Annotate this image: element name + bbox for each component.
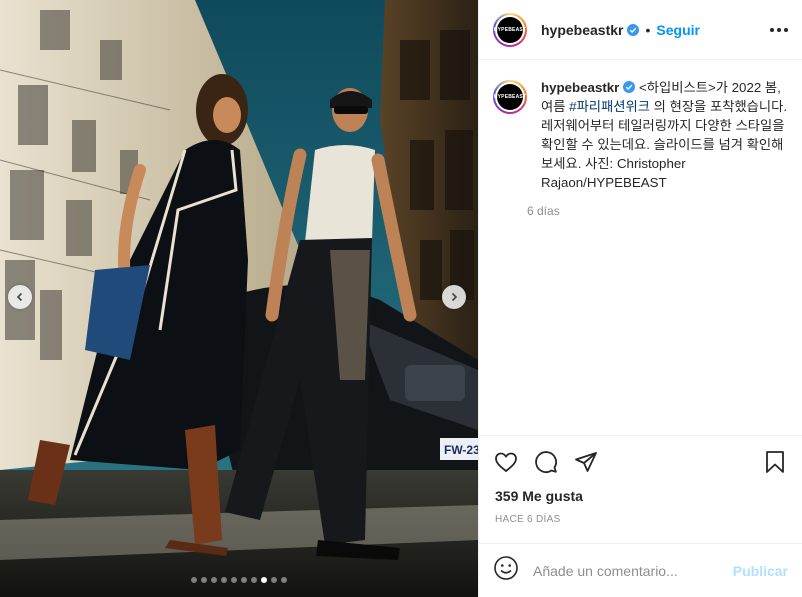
caption-verified-badge-icon xyxy=(623,81,636,93)
post-photo[interactable]: FW-23 xyxy=(0,0,478,597)
carousel-dot-active xyxy=(261,577,267,583)
carousel-indicator xyxy=(0,577,478,583)
caption-avatar-logo: HYPEBEAST xyxy=(494,84,526,110)
carousel-dot xyxy=(241,577,247,583)
post-dialog: FW-23 HYPEBEAST hypebeastkr • Seguir HYP… xyxy=(0,0,802,597)
post-header: HYPEBEAST hypebeastkr • Seguir xyxy=(479,0,802,60)
previous-slide-button[interactable] xyxy=(8,285,32,309)
street-fashion-photo: FW-23 xyxy=(0,0,478,597)
bookmark-icon[interactable] xyxy=(762,449,788,475)
carousel-dot xyxy=(281,577,287,583)
carousel-dot xyxy=(221,577,227,583)
next-slide-button[interactable] xyxy=(442,285,466,309)
heart-icon[interactable] xyxy=(493,449,519,475)
caption-text: hypebeastkr <하입비스트>가 2022 봄, 여름 #파리패션위크 … xyxy=(541,78,789,192)
verified-badge-icon xyxy=(627,23,640,36)
dot-separator: • xyxy=(645,21,651,38)
follow-button[interactable]: Seguir xyxy=(656,22,700,38)
avatar-logo: HYPEBEAST xyxy=(494,16,526,43)
carousel-dot xyxy=(201,577,207,583)
post-sidebar: HYPEBEAST hypebeastkr • Seguir HYPEBEAST… xyxy=(478,0,802,597)
like-count[interactable]: 359 Me gusta xyxy=(479,488,802,504)
carousel-dot xyxy=(191,577,197,583)
carousel-dot xyxy=(231,577,237,583)
caption-author[interactable]: hypebeastkr xyxy=(541,80,619,95)
comment-icon[interactable] xyxy=(533,449,559,475)
action-bar xyxy=(479,436,802,488)
carousel-dot xyxy=(251,577,257,583)
post-age[interactable]: HACE 6 DÍAS xyxy=(479,514,802,525)
caption-time[interactable]: 6 días xyxy=(527,204,789,218)
paper-plane-icon[interactable] xyxy=(573,449,599,475)
comment-form: Publicar xyxy=(479,543,802,597)
car-plate-text: FW-23 xyxy=(444,443,478,457)
chevron-right-icon xyxy=(451,292,458,302)
post-actions-area: 359 Me gusta HACE 6 DÍAS xyxy=(479,435,802,525)
caption-avatar[interactable]: HYPEBEAST xyxy=(493,80,527,114)
post-caption: HYPEBEAST hypebeastkr <하입비스트>가 2022 봄, 여… xyxy=(479,60,802,218)
comment-input[interactable] xyxy=(533,562,723,579)
publish-button[interactable]: Publicar xyxy=(733,563,788,579)
more-options-icon[interactable] xyxy=(770,27,788,32)
avatar[interactable]: HYPEBEAST xyxy=(493,12,527,47)
carousel-dot xyxy=(211,577,217,583)
carousel-dot xyxy=(271,577,277,583)
smiley-icon[interactable] xyxy=(493,555,519,586)
author-username[interactable]: hypebeastkr xyxy=(541,22,623,38)
chevron-left-icon xyxy=(16,292,23,302)
caption-hashtag-link[interactable]: #파리패션위크 xyxy=(569,99,650,114)
